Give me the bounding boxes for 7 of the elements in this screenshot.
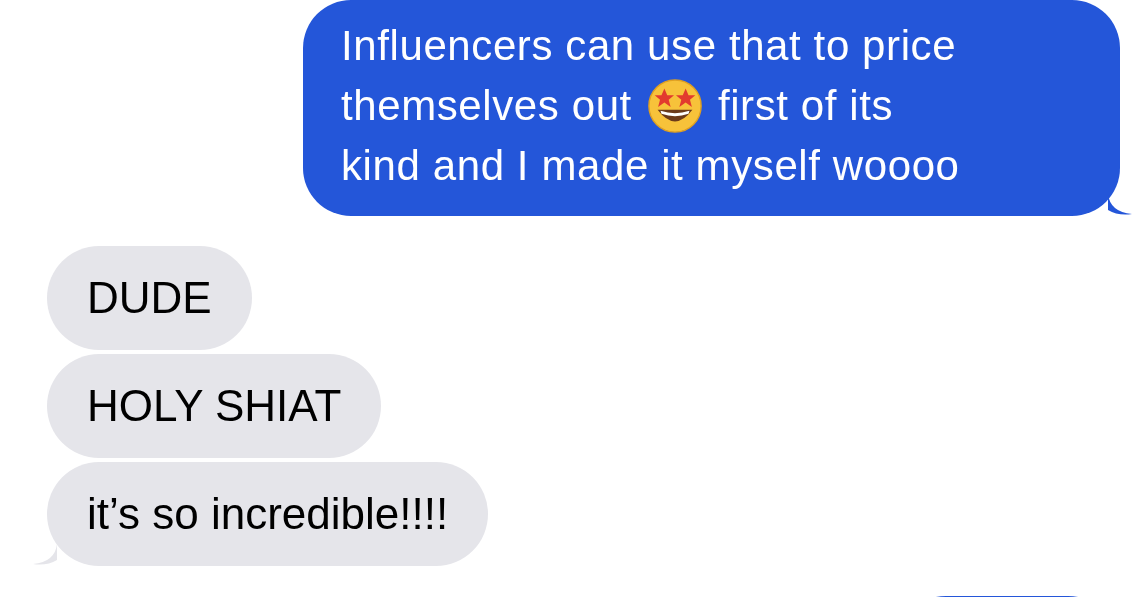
message-text: first of its [717,81,894,131]
message-text: kind and I made it myself woooo [341,141,960,191]
message-bubble: DUDE [47,246,252,350]
message-text: Influencers can use that to price [341,21,957,71]
message-bubble: HOLY SHIAT [47,354,382,458]
star-struck-emoji-icon [645,77,704,135]
message-text: themselves out [341,81,632,131]
